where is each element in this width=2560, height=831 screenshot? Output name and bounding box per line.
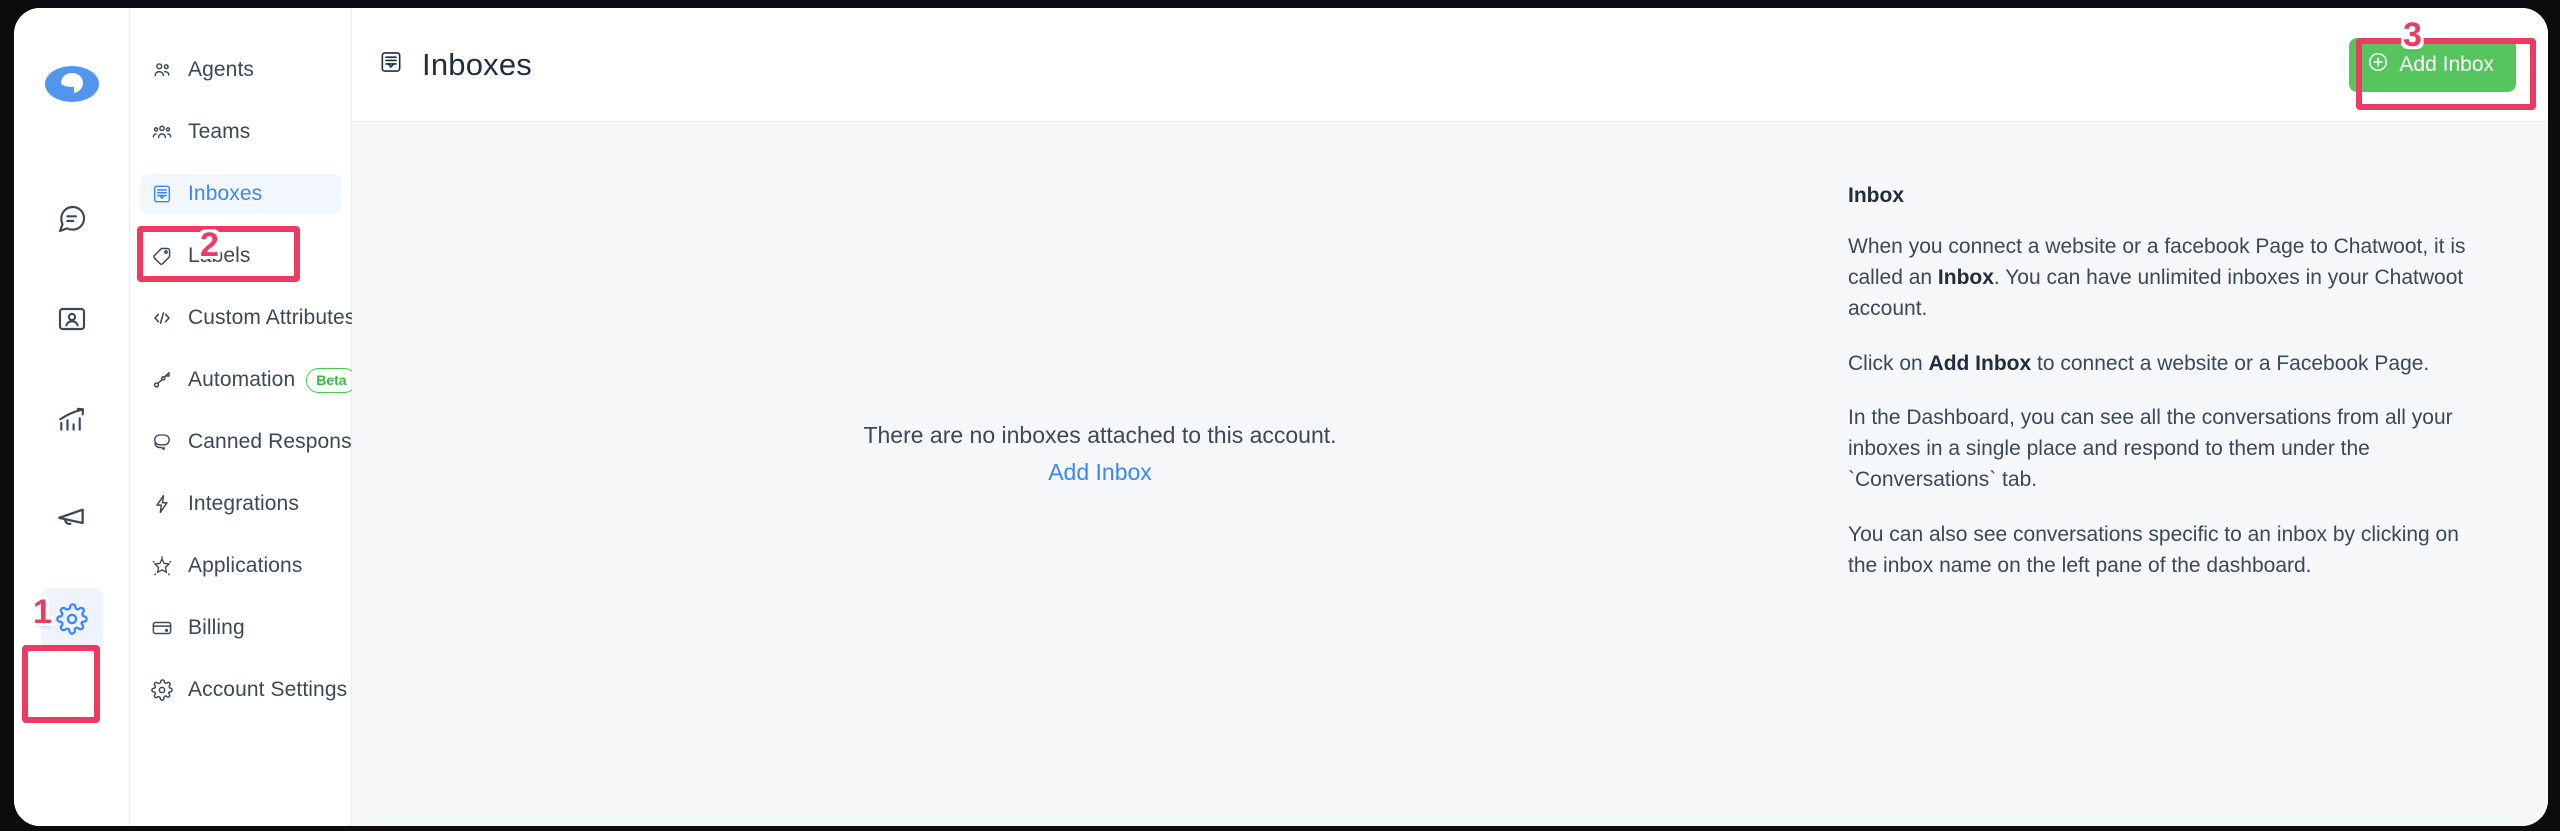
help-paragraph: In the Dashboard, you can see all the co… [1848,403,2488,496]
help-text: to connect a website or a Facebook Page. [2031,351,2430,375]
reports-bar-chart-icon[interactable] [41,388,103,450]
sidebar-item-label: Integrations [188,492,299,515]
empty-state-add-inbox-link[interactable]: Add Inbox [1048,459,1152,486]
sidebar-item-applications[interactable]: Applications [140,546,341,586]
help-panel-body: When you connect a website or a facebook… [1848,232,2488,582]
settings-sidebar: Agents Teams Inboxes Labels Custom Attri… [130,8,374,826]
app-window: Agents Teams Inboxes Labels Custom Attri… [14,8,2548,826]
page-title: Inboxes [422,46,532,82]
page-header: Inboxes Add Inbox [352,8,2548,122]
inbox-tray-icon [378,49,404,80]
page-title-group: Inboxes [378,47,532,83]
sidebar-item-label: Teams [188,120,251,143]
sidebar-item-teams[interactable]: Teams [140,112,341,152]
help-panel-title: Inbox [1848,184,1904,207]
sidebar-item-label: Labels [188,244,251,267]
label-tag-icon [150,244,174,268]
add-inbox-label: Add Inbox [2399,52,2494,76]
contacts-icon[interactable] [41,288,103,350]
sidebar-item-label: Agents [188,58,254,81]
automation-nodes-icon [150,368,174,392]
account-settings-gear-icon [150,678,174,702]
sidebar-item-billing[interactable]: Billing [140,608,341,648]
main-pane: Inboxes Add Inbox There are no inboxes a… [352,8,2548,826]
sidebar-item-label: Inboxes [188,182,263,205]
sidebar-item-label: Applications [188,554,303,577]
annotation-box-1 [22,645,100,723]
help-paragraph: When you connect a website or a facebook… [1848,232,2488,325]
sidebar-item-account-settings[interactable]: Account Settings [140,670,347,710]
code-brackets-icon [150,306,174,330]
sidebar-item-integrations[interactable]: Integrations [140,484,341,524]
sidebar-item-label: Account Settings [188,678,348,701]
billing-card-icon [150,616,174,640]
sidebar-item-labels[interactable]: Labels [140,236,341,276]
sidebar-item-label: Custom Attributes [188,306,356,329]
sidebar-item-label: Canned Responses [188,430,375,453]
help-paragraph: Click on Add Inbox to connect a website … [1848,349,2488,380]
content-area: There are no inboxes attached to this ac… [352,122,2548,826]
add-inbox-button[interactable]: Add Inbox [2349,37,2516,92]
help-text: You can also see conversations specific … [1848,523,2459,577]
primary-icon-rail [14,8,130,826]
conversations-chat-icon[interactable] [41,188,103,250]
sidebar-item-automation[interactable]: Automation Beta [140,360,357,400]
screenshot-frame: Agents Teams Inboxes Labels Custom Attri… [0,0,2560,831]
help-emphasis: Add Inbox [1928,351,2032,375]
applications-star-icon [150,554,174,578]
chatwoot-logo-icon[interactable] [43,56,101,114]
teams-group-icon [150,120,174,144]
agents-people-icon [150,58,174,82]
help-paragraph: You can also see conversations specific … [1848,520,2488,582]
campaigns-megaphone-icon[interactable] [41,488,103,550]
inbox-tray-icon [150,182,174,206]
help-text: In the Dashboard, you can see all the co… [1848,406,2453,492]
help-text: Click on [1848,351,1929,375]
sidebar-item-label: Automation [188,368,296,391]
plus-circle-icon [2367,51,2389,79]
settings-gear-rail-icon[interactable] [40,588,103,650]
help-emphasis: Inbox [1937,265,1994,289]
integrations-bolt-icon [150,492,174,516]
sidebar-item-inboxes[interactable]: Inboxes [140,174,341,214]
empty-state-message: There are no inboxes attached to this ac… [863,422,1337,448]
sidebar-item-custom-attributes[interactable]: Custom Attributes [140,298,355,338]
canned-responses-chat-icon [150,430,174,454]
sidebar-item-label: Billing [188,616,245,639]
beta-badge: Beta [306,367,357,393]
sidebar-item-canned-responses[interactable]: Canned Responses [140,422,374,462]
sidebar-item-agents[interactable]: Agents [140,50,341,90]
help-panel: Inbox When you connect a website or a fa… [1848,122,2548,826]
inboxes-empty-state: There are no inboxes attached to this ac… [352,122,1848,826]
